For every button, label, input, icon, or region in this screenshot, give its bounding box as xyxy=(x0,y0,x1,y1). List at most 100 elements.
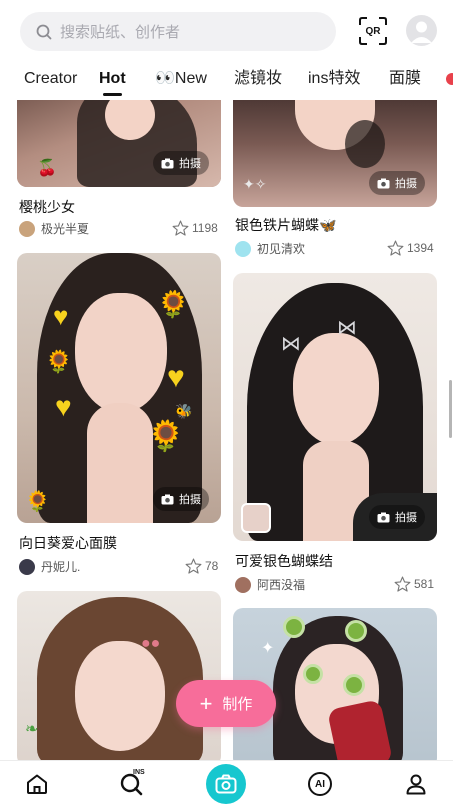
sunflower-icon: 🌻 xyxy=(45,349,73,374)
author-name: 初见清欢 xyxy=(257,242,306,256)
card-photo[interactable]: ♥ ♥ ♥ 🌻 🌻 🌻 🌻 🐝 拍摄 xyxy=(17,253,221,523)
shoot-button[interactable]: 拍摄 xyxy=(369,505,425,529)
star-icon xyxy=(394,576,411,592)
tab-creator[interactable]: Creator xyxy=(24,68,77,96)
card-author[interactable]: 丹妮儿. xyxy=(19,558,80,575)
camera-icon xyxy=(377,512,390,522)
tab-overflow-heart-icon xyxy=(446,73,453,85)
card-title: 银色铁片蝴蝶🦋 xyxy=(235,217,337,233)
sticker-card[interactable]: ●● ❧ xyxy=(17,591,221,760)
kiwi-icon xyxy=(343,674,365,696)
tab-filter-makeup[interactable]: 滤镜妆 xyxy=(234,68,282,96)
camera-icon xyxy=(161,158,174,168)
card-photo[interactable]: ⋈ ⋈ 拍摄 xyxy=(233,273,437,541)
star-icon xyxy=(185,558,202,574)
camera-icon xyxy=(377,178,390,188)
silver-bow-icon: ⋈ xyxy=(281,333,301,355)
camera-icon xyxy=(161,494,174,504)
creator-thumbnail xyxy=(241,503,271,533)
shoot-button[interactable]: 拍摄 xyxy=(153,487,209,511)
cherry-icon: ●● xyxy=(141,635,161,652)
silver-bow-icon: ⋈ xyxy=(337,317,357,339)
like-count: 1394 xyxy=(407,241,434,255)
author-name: 极光半夏 xyxy=(41,222,90,236)
profile-icon xyxy=(406,774,426,795)
shoot-button[interactable]: 拍摄 xyxy=(153,151,209,175)
shoot-label: 拍摄 xyxy=(179,494,201,506)
card-photo[interactable]: ✦✧ 拍摄 xyxy=(233,100,437,207)
like-counter[interactable]: 1394 xyxy=(387,240,434,256)
cherry-icon: 🍒 xyxy=(37,160,57,177)
star-icon xyxy=(387,240,404,256)
bee-icon: 🐝 xyxy=(175,403,193,419)
author-name: 阿西没福 xyxy=(257,578,306,592)
card-photo[interactable]: 🍒 拍摄 xyxy=(17,100,221,187)
sticker-card[interactable]: ♥ ♥ ♥ 🌻 🌻 🌻 🌻 🐝 拍摄 向日葵爱心面膜 丹妮儿. 78 xyxy=(17,253,221,583)
nav-ins-search[interactable]: INS xyxy=(118,769,146,798)
qr-scan-button[interactable]: QR xyxy=(358,16,388,46)
top-bar: 搜索贴纸、创作者 QR xyxy=(0,0,453,62)
card-photo[interactable]: ●● ❧ xyxy=(17,591,221,760)
tab-new[interactable]: 👀New xyxy=(155,68,207,96)
sparkle-icon: ✦ xyxy=(261,640,275,657)
kiwi-icon xyxy=(303,664,323,684)
user-avatar[interactable] xyxy=(406,15,437,46)
feed-scrollbar[interactable] xyxy=(449,380,452,438)
yellow-heart-icon: ♥ xyxy=(53,301,69,331)
tab-ins-effects[interactable]: ins特效 xyxy=(308,68,360,96)
card-author[interactable]: 初见清欢 xyxy=(235,240,305,257)
card-title: 可爱银色蝴蝶结 xyxy=(235,553,333,569)
author-avatar xyxy=(19,220,35,237)
ai-label: AI xyxy=(315,778,325,790)
sunflower-icon: 🌻 xyxy=(25,491,50,513)
nav-camera[interactable] xyxy=(206,764,246,804)
nav-profile[interactable] xyxy=(402,770,430,798)
like-counter[interactable]: 78 xyxy=(185,558,218,574)
card-author[interactable]: 阿西没福 xyxy=(235,576,305,593)
yellow-heart-icon: ♥ xyxy=(167,361,185,394)
kiwi-icon xyxy=(283,616,305,638)
like-counter[interactable]: 1198 xyxy=(172,220,218,236)
category-tabs: Creator Hot 👀New 滤镜妆 ins特效 面膜 xyxy=(0,62,453,100)
camera-icon xyxy=(215,774,237,794)
leaf-icon: ❧ xyxy=(25,721,39,738)
like-counter[interactable]: 581 xyxy=(394,576,434,592)
card-author[interactable]: 极光半夏 xyxy=(19,220,89,237)
shoot-label: 拍摄 xyxy=(395,512,417,524)
card-title: 樱桃少女 xyxy=(19,199,75,215)
author-name: 丹妮儿. xyxy=(41,560,81,574)
author-avatar xyxy=(19,558,35,575)
shoot-label: 拍摄 xyxy=(179,158,201,170)
like-count: 78 xyxy=(205,559,219,573)
bottom-nav: INS AI xyxy=(0,760,453,807)
shoot-label: 拍摄 xyxy=(395,178,417,190)
yellow-heart-icon: ♥ xyxy=(55,391,72,422)
plus-icon: + xyxy=(199,690,213,716)
qr-label: QR xyxy=(365,25,381,37)
like-count: 1198 xyxy=(192,221,218,235)
shoot-button[interactable]: 拍摄 xyxy=(369,171,425,195)
sticker-feed[interactable]: 🍒 拍摄 樱桃少女 极光半夏 1198 ✦✧ 拍摄 银色铁片蝴蝶🦋 初见清欢 1… xyxy=(0,100,453,760)
author-avatar xyxy=(235,240,251,257)
search-bar[interactable]: 搜索贴纸、创作者 xyxy=(20,12,336,51)
home-icon xyxy=(27,774,47,794)
tab-hot[interactable]: Hot xyxy=(99,68,126,96)
ins-label: INS xyxy=(133,769,145,776)
like-count: 581 xyxy=(414,577,435,591)
sticker-card[interactable]: 🍒 拍摄 樱桃少女 极光半夏 1198 xyxy=(17,100,221,240)
sunflower-icon: 🌻 xyxy=(147,420,185,453)
search-icon xyxy=(36,24,52,39)
kiwi-icon xyxy=(345,620,367,642)
create-label: 制作 xyxy=(222,696,253,713)
nav-ai[interactable]: AI xyxy=(306,770,334,798)
default-avatar-icon xyxy=(411,21,432,43)
silver-butterfly-icon: ✦✧ xyxy=(243,176,267,192)
sticker-card[interactable]: ⋈ ⋈ 拍摄 可爱银色蝴蝶结 阿西没福 581 xyxy=(233,273,437,603)
tab-masks[interactable]: 面膜 xyxy=(389,68,421,96)
search-placeholder: 搜索贴纸、创作者 xyxy=(60,24,181,41)
sticker-card[interactable]: ✦✧ 拍摄 银色铁片蝴蝶🦋 初见清欢 1394 xyxy=(233,100,437,265)
sunflower-icon: 🌻 xyxy=(157,289,190,319)
create-button[interactable]: + 制作 xyxy=(176,680,276,727)
nav-home[interactable] xyxy=(23,770,51,798)
card-title: 向日葵爱心面膜 xyxy=(19,535,117,551)
